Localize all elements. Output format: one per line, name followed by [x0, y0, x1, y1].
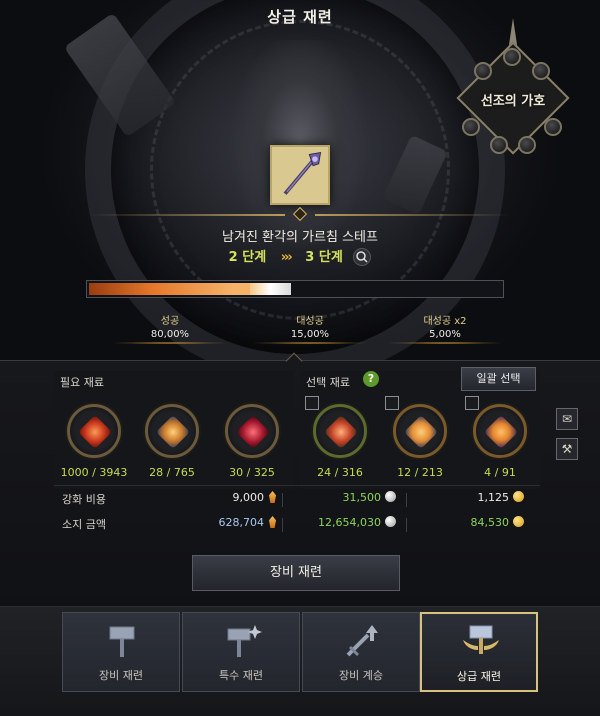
- item-divider: [90, 206, 510, 222]
- equipment-refine-button[interactable]: 장비 재련: [192, 555, 400, 591]
- owned-amount-label: 소지 금액: [62, 518, 106, 531]
- ancestor-blessing-label: 선조의 가호: [480, 94, 546, 109]
- orb-icon: [503, 48, 521, 66]
- cost-gold: 1,125: [478, 491, 524, 504]
- hammer-icon: ⚒: [561, 442, 573, 456]
- required-materials-label: 필요 재료: [60, 376, 104, 389]
- success-rates: 성공 80,00% 대성공 15,00% 대성공 x2 5,00%: [80, 312, 540, 346]
- stage-from: 2 단계: [228, 250, 267, 265]
- material-count: 4 / 91: [484, 466, 516, 479]
- cost-shard: 9,000: [233, 491, 276, 504]
- required-material-1[interactable]: 1000 / 3943: [61, 404, 127, 479]
- owned-shard: 628,704: [219, 516, 276, 529]
- hammer-icon: [109, 626, 135, 657]
- shard-icon: [269, 516, 276, 528]
- progress-glow: [250, 283, 291, 295]
- hammer-button[interactable]: ⚒: [556, 438, 578, 460]
- bulk-select-button[interactable]: 일괄 선택: [461, 367, 536, 391]
- orb-icon: [474, 62, 492, 80]
- sword-up-icon: [346, 625, 378, 657]
- orb-icon: [532, 62, 550, 80]
- material-count: 30 / 325: [229, 466, 275, 479]
- refine-progress-bar: [86, 280, 504, 298]
- staff-icon: [272, 147, 328, 203]
- rate-success: 성공 80,00%: [150, 316, 190, 340]
- magnifier-icon[interactable]: [353, 247, 372, 266]
- optional-material-2[interactable]: 12 / 213: [390, 404, 450, 479]
- cost-silver: 31,500: [343, 491, 396, 504]
- owned-silver: 12,654,030: [318, 516, 396, 529]
- red-crystal-icon: [78, 415, 112, 449]
- sparkle-hammer-icon: [227, 625, 262, 657]
- shard-icon: [269, 491, 276, 503]
- red-scroll-icon: [324, 415, 358, 449]
- mail-button[interactable]: ✉: [556, 408, 578, 430]
- stage-to: 3 단계: [305, 250, 343, 265]
- mail-icon: ✉: [561, 412, 573, 426]
- item-slot[interactable]: [270, 145, 330, 205]
- refine-cost-row: 강화 비용 9,000 31,500 1,125: [54, 491, 540, 511]
- rate-great-success: 대성공 15,00%: [290, 316, 330, 340]
- gold-coin-icon: [513, 491, 524, 502]
- divider: [54, 485, 540, 486]
- required-material-2[interactable]: 28 / 765: [142, 404, 202, 479]
- stage-arrows: ›››: [280, 250, 293, 265]
- gold-coin-icon: [513, 516, 524, 527]
- winged-hammer-icon: [463, 625, 499, 654]
- orb-icon: [490, 136, 508, 154]
- crimson-gem-icon: [236, 415, 270, 449]
- orb-icon: [462, 118, 480, 136]
- item-name: 남겨진 환각의 가르침 스테프: [222, 230, 378, 245]
- tab-special-refine[interactable]: 특수 재련: [182, 612, 300, 692]
- owned-gold: 84,530: [471, 516, 524, 529]
- refine-cost-label: 강화 비용: [62, 493, 106, 506]
- stage-row: 2 단계 ››› 3 단계: [0, 246, 600, 267]
- optional-material-3[interactable]: 4 / 91: [470, 404, 530, 479]
- required-material-3[interactable]: 30 / 325: [222, 404, 282, 479]
- blue-orange-crystal-icon: [156, 415, 190, 449]
- optional-material-1[interactable]: 24 / 316: [310, 404, 370, 479]
- blue-scroll-icon: [404, 415, 438, 449]
- ancestor-blessing-button[interactable]: 선조의 가호: [448, 18, 578, 166]
- owned-amount-row: 소지 금액 628,704 12,654,030 84,530: [54, 516, 540, 536]
- silver-coin-icon: [385, 491, 396, 502]
- orb-icon: [518, 136, 536, 154]
- silver-coin-icon: [385, 516, 396, 527]
- tab-equipment-inherit[interactable]: 장비 계승: [302, 612, 420, 692]
- help-icon[interactable]: ?: [363, 371, 379, 387]
- rate-great-success-x2: 대성공 x2 5,00%: [423, 316, 467, 340]
- tab-equipment-refine[interactable]: 장비 재련: [62, 612, 180, 692]
- optional-materials-label: 선택 재료: [306, 376, 350, 389]
- tab-advanced-refine[interactable]: 상급 재련: [420, 612, 538, 692]
- orb-icon: [544, 118, 562, 136]
- progress-fill: [89, 283, 250, 295]
- orange-orb-icon: [484, 415, 518, 449]
